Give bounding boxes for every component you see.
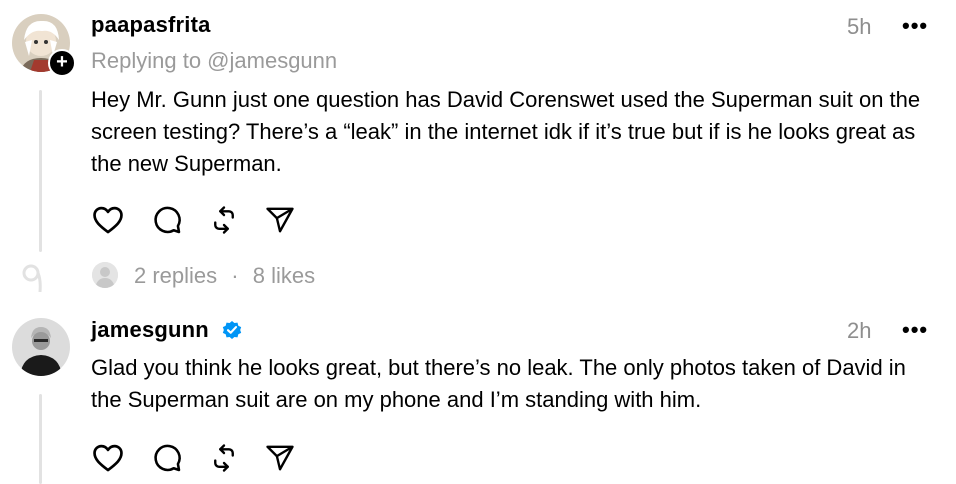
post-username[interactable]: jamesgunn — [91, 317, 209, 343]
more-options-icon[interactable]: ••• — [902, 317, 928, 343]
meta-separator: · — [231, 263, 239, 288]
post-body-text: Glad you think he looks great, but there… — [91, 355, 906, 412]
post-timestamp: 2h — [847, 318, 872, 343]
share-icon[interactable] — [265, 205, 295, 235]
thread-loop-icon — [22, 264, 42, 292]
heart-icon[interactable] — [91, 441, 125, 475]
share-icon[interactable] — [265, 443, 295, 473]
replying-to-label[interactable]: Replying to @jamesgunn — [91, 48, 337, 74]
comment-icon[interactable] — [151, 204, 183, 236]
thread-line — [39, 394, 42, 484]
avatar-jamesgunn[interactable] — [12, 318, 70, 376]
follow-plus-icon[interactable]: + — [48, 49, 76, 77]
comment-icon[interactable] — [151, 442, 183, 474]
thread-meta: 2 replies · 8 likes — [134, 263, 315, 289]
post-username[interactable]: paapasfrita — [91, 12, 211, 38]
post-actions — [91, 441, 295, 475]
thread-line — [39, 90, 42, 252]
post-timestamp: 5h — [847, 14, 872, 39]
post-body-text: Hey Mr. Gunn just one question has David… — [91, 87, 921, 176]
more-options-icon[interactable]: ••• — [902, 13, 928, 39]
post-actions — [91, 203, 295, 237]
reply-avatar — [92, 262, 118, 288]
repost-icon[interactable] — [209, 443, 239, 473]
heart-icon[interactable] — [91, 203, 125, 237]
verified-badge-icon — [222, 321, 242, 339]
repost-icon[interactable] — [209, 205, 239, 235]
replies-count[interactable]: 2 replies — [134, 263, 217, 289]
likes-count[interactable]: 8 likes — [253, 263, 315, 289]
